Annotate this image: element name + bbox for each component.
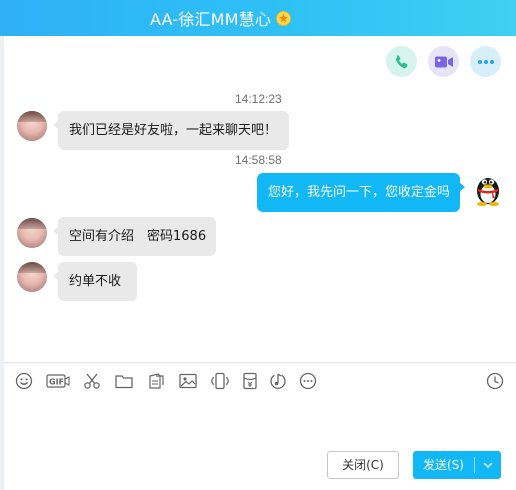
- folder-icon: [115, 375, 133, 389]
- close-button-label: 关闭(C): [342, 458, 384, 472]
- close-button[interactable]: 关闭(C): [327, 451, 399, 479]
- emoji-icon: [15, 372, 33, 390]
- incoming-message[interactable]: 空间有介绍 密码1686: [53, 217, 216, 256]
- scissors-icon: [84, 373, 100, 389]
- music-button[interactable]: [268, 371, 288, 391]
- more-tools-button[interactable]: [298, 371, 318, 391]
- emoji-button[interactable]: [14, 371, 34, 391]
- contact-avatar[interactable]: [17, 111, 47, 141]
- gif-icon: GIF: [46, 374, 70, 388]
- video-call-button[interactable]: [428, 46, 459, 77]
- screenshot-button[interactable]: [82, 371, 102, 391]
- contact-avatar[interactable]: [17, 218, 47, 248]
- send-button[interactable]: 发送(S): [413, 451, 501, 479]
- message-timestamp: 14:58:58: [235, 153, 282, 167]
- clock-history-icon: [486, 372, 504, 390]
- svg-text:GIF: GIF: [49, 378, 64, 387]
- contact-avatar[interactable]: [17, 262, 47, 292]
- red-packet-icon: [243, 372, 257, 390]
- message-timestamp: 14:12:23: [235, 92, 282, 106]
- message-list[interactable]: 14:12:23 我们已经是好友啦，一起来聊天吧！ 14:58:58 您好，我先…: [4, 86, 516, 362]
- more-dots-icon: [477, 59, 494, 64]
- shake-button[interactable]: [210, 371, 230, 391]
- red-packet-button[interactable]: [240, 371, 260, 391]
- shake-icon: [210, 372, 230, 390]
- title-group: AA-徐汇MM慧心: [150, 0, 292, 36]
- music-icon: [270, 373, 286, 389]
- chevron-down-icon: [483, 462, 493, 468]
- message-input[interactable]: [4, 396, 516, 442]
- gif-button[interactable]: GIF: [46, 371, 70, 391]
- doc-sheet-icon: [149, 373, 164, 389]
- vip-star-icon: [276, 10, 292, 26]
- send-button-label: 发送(S): [423, 458, 464, 472]
- voice-call-button[interactable]: [386, 46, 417, 77]
- penguin-avatar-icon[interactable]: [472, 172, 504, 206]
- incoming-message[interactable]: 我们已经是好友啦，一起来聊天吧！: [53, 111, 289, 150]
- incoming-message[interactable]: 约单不收: [53, 262, 137, 301]
- video-camera-icon: [434, 56, 453, 67]
- outgoing-message[interactable]: 您好，我先问一下，您收定金吗: [257, 173, 465, 212]
- window-title: AA-徐汇MM慧心: [150, 10, 272, 29]
- title-bar[interactable]: AA-徐汇MM慧心: [0, 0, 516, 36]
- file-button[interactable]: [114, 371, 134, 391]
- more-options-button[interactable]: [470, 46, 501, 77]
- image-icon: [179, 373, 197, 389]
- image-button[interactable]: [178, 371, 198, 391]
- more-icon: [299, 372, 317, 390]
- send-options-dropdown[interactable]: [475, 451, 501, 479]
- document-button[interactable]: [146, 371, 166, 391]
- composer-divider: [4, 362, 516, 363]
- phone-icon: [395, 54, 407, 68]
- chat-window: AA-徐汇MM慧心 14:12:23 我们已经是好友啦，一起来聊天吧！ 14:5…: [0, 0, 516, 490]
- history-button[interactable]: [485, 371, 505, 391]
